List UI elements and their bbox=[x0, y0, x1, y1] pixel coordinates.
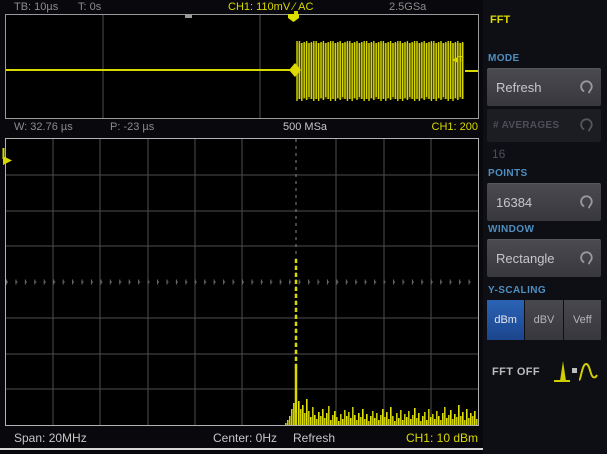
time-domain-grid bbox=[5, 14, 479, 119]
zoom-position-readout: P: -23 µs bbox=[110, 121, 154, 133]
zoom-width-readout: W: 32.76 µs bbox=[14, 121, 73, 133]
knob-icon bbox=[579, 117, 594, 135]
trigger-time-marker: ◀T bbox=[452, 55, 463, 64]
averages-label: # AVERAGES bbox=[493, 120, 559, 131]
window-label: WINDOW bbox=[488, 224, 534, 235]
span-readout: Span: 20MHz bbox=[14, 431, 87, 445]
channel-scale-readout: CH1: 200 bbox=[432, 121, 478, 133]
trigger-source-readout: CH1: 110mV ∕ AC bbox=[228, 1, 313, 13]
time-domain-trace bbox=[6, 15, 478, 118]
fft-off-button[interactable]: FFT OFF bbox=[483, 352, 607, 394]
zoom-sample-rate-readout: 500 MSa bbox=[283, 121, 327, 133]
center-readout: Center: 0Hz bbox=[213, 431, 277, 445]
fft-off-icon bbox=[551, 355, 599, 394]
fft-off-label: FFT OFF bbox=[492, 366, 540, 378]
panel-title: FFT bbox=[490, 14, 510, 26]
fft-reference-marker-icon[interactable] bbox=[1, 148, 13, 166]
fft-mode-readout: Refresh bbox=[293, 431, 335, 445]
points-label: POINTS bbox=[488, 168, 528, 179]
window-value: Rectangle bbox=[496, 251, 555, 266]
trigger-slope-icon: ∕ bbox=[293, 1, 295, 13]
y-scaling-label: Y-SCALING bbox=[488, 285, 546, 296]
mode-value: Refresh bbox=[496, 80, 542, 95]
averages-value: 16 bbox=[492, 147, 505, 161]
sample-rate-readout: 2.5GSa bbox=[389, 1, 426, 13]
oscilloscope-screen: TB: 10µs T: 0s CH1: 110mV ∕ AC 2.5GSa ◀T… bbox=[0, 0, 607, 454]
mode-button[interactable]: Refresh bbox=[487, 68, 601, 106]
window-button[interactable]: Rectangle bbox=[487, 239, 601, 277]
zoom-window-tick bbox=[185, 15, 192, 18]
yscale-veff-button[interactable]: Veff bbox=[564, 300, 601, 340]
knob-icon bbox=[579, 194, 594, 212]
yscale-dbv-button[interactable]: dBV bbox=[525, 300, 562, 340]
yscale-dbm-button[interactable]: dBm bbox=[487, 300, 524, 340]
knob-icon bbox=[579, 250, 594, 268]
knob-icon bbox=[579, 79, 594, 97]
points-button[interactable]: 16384 bbox=[487, 183, 601, 221]
mode-label: MODE bbox=[488, 53, 520, 64]
fft-trace bbox=[6, 139, 478, 425]
averages-button[interactable]: # AVERAGES bbox=[487, 109, 601, 142]
trigger-time-readout: T: 0s bbox=[78, 1, 101, 13]
fft-menu-panel: FFT MODE Refresh # AVERAGES 16 POINTS 16… bbox=[483, 0, 607, 454]
points-value: 16384 bbox=[496, 195, 532, 210]
timebase-readout: TB: 10µs bbox=[14, 1, 58, 13]
fft-scale-readout: CH1: 10 dBm bbox=[406, 431, 478, 445]
fft-grid bbox=[5, 138, 479, 426]
y-scaling-segmented-control: dBm dBV Veff bbox=[487, 300, 601, 340]
